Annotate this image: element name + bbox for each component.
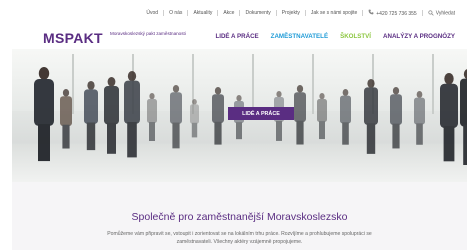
section-body-line: zaměstnavateli. Všechny aktéry vzájemně … [176,239,303,245]
section-body: Pomůžeme vám připravit se, vstoupit i zo… [12,230,467,246]
background-window-frame [72,54,74,114]
search-label: Vyhledat [435,10,455,17]
phone-icon [368,9,374,15]
divider [304,10,306,16]
topnav-link-akce[interactable]: Akce [223,10,234,16]
person-silhouette [147,93,157,141]
main-header: MSPAKT Moravskoslezský pakt zaměstnanost… [12,23,467,49]
person-silhouette [440,73,458,162]
hero-banner: LIDÉ A PRÁCE [12,49,467,182]
person-silhouette [317,93,327,140]
phone-number: +420 725 736 355 [376,11,417,17]
person-silhouette [294,85,306,145]
main-navigation: LIDÉ A PRÁCE ZAMĚSTNAVATELÉ ŠKOLSTVÍ ANA… [215,33,455,40]
background-window-frame [432,54,434,114]
background-window-frame [312,54,314,114]
phone-link[interactable]: +420 725 736 355 [368,9,417,17]
person-silhouette [190,99,199,138]
person-silhouette [340,89,351,145]
topnav-link-kontakt[interactable]: Jak se s námi spojite [311,10,357,16]
section-headline: Společně pro zaměstnanější Moravskoslezs… [131,211,348,223]
person-silhouette [60,89,72,149]
person-silhouette [124,71,140,158]
search-link[interactable]: Vyhledat [428,10,455,16]
top-navigation: Úvod O nás Aktuality Akce Dokumenty Proj… [146,9,455,17]
person-silhouette [34,67,54,162]
person-silhouette [460,69,467,165]
divider [217,10,219,16]
logo[interactable]: MSPAKT [43,30,103,46]
divider [275,10,277,16]
person-silhouette [364,79,378,154]
background-window-frame [252,54,254,114]
person-silhouette [414,91,425,145]
section-body-line: Pomůžeme vám připravit se, vstoupit i zo… [107,231,372,237]
top-utility-bar: Úvod O nás Aktuality Akce Dokumenty Proj… [0,0,467,23]
divider [421,10,423,16]
logo-subtitle: Moravskoslezský pakt zaměstnanosti [110,31,186,36]
person-silhouette [170,85,182,149]
intro-section: Společně pro zaměstnanější Moravskoslezs… [12,182,467,250]
divider [187,10,189,16]
nav-analyzy-a-prognozy[interactable]: ANALÝZY A PROGNÓZY [383,33,455,40]
divider [239,10,241,16]
person-silhouette [390,87,402,149]
nav-zamestnavatele[interactable]: ZAMĚSTNAVATELÉ [271,33,328,40]
topnav-link-projekty[interactable]: Projekty [282,10,300,16]
topnav-link-dokumenty[interactable]: Dokumenty [245,10,270,16]
person-silhouette [212,87,224,145]
person-silhouette [104,77,119,154]
nav-lide-a-prace[interactable]: LIDÉ A PRÁCE [215,33,258,40]
divider [362,10,364,16]
divider [163,10,165,16]
topnav-link-uvod[interactable]: Úvod [146,10,158,16]
search-icon [428,10,434,16]
nav-skolstvi[interactable]: ŠKOLSTVÍ [340,33,371,40]
topnav-link-o-nas[interactable]: O nás [169,10,182,16]
hero-cta-button[interactable]: LIDÉ A PRÁCE [228,107,294,120]
topnav-link-aktuality[interactable]: Aktuality [193,10,212,16]
person-silhouette [84,81,98,151]
